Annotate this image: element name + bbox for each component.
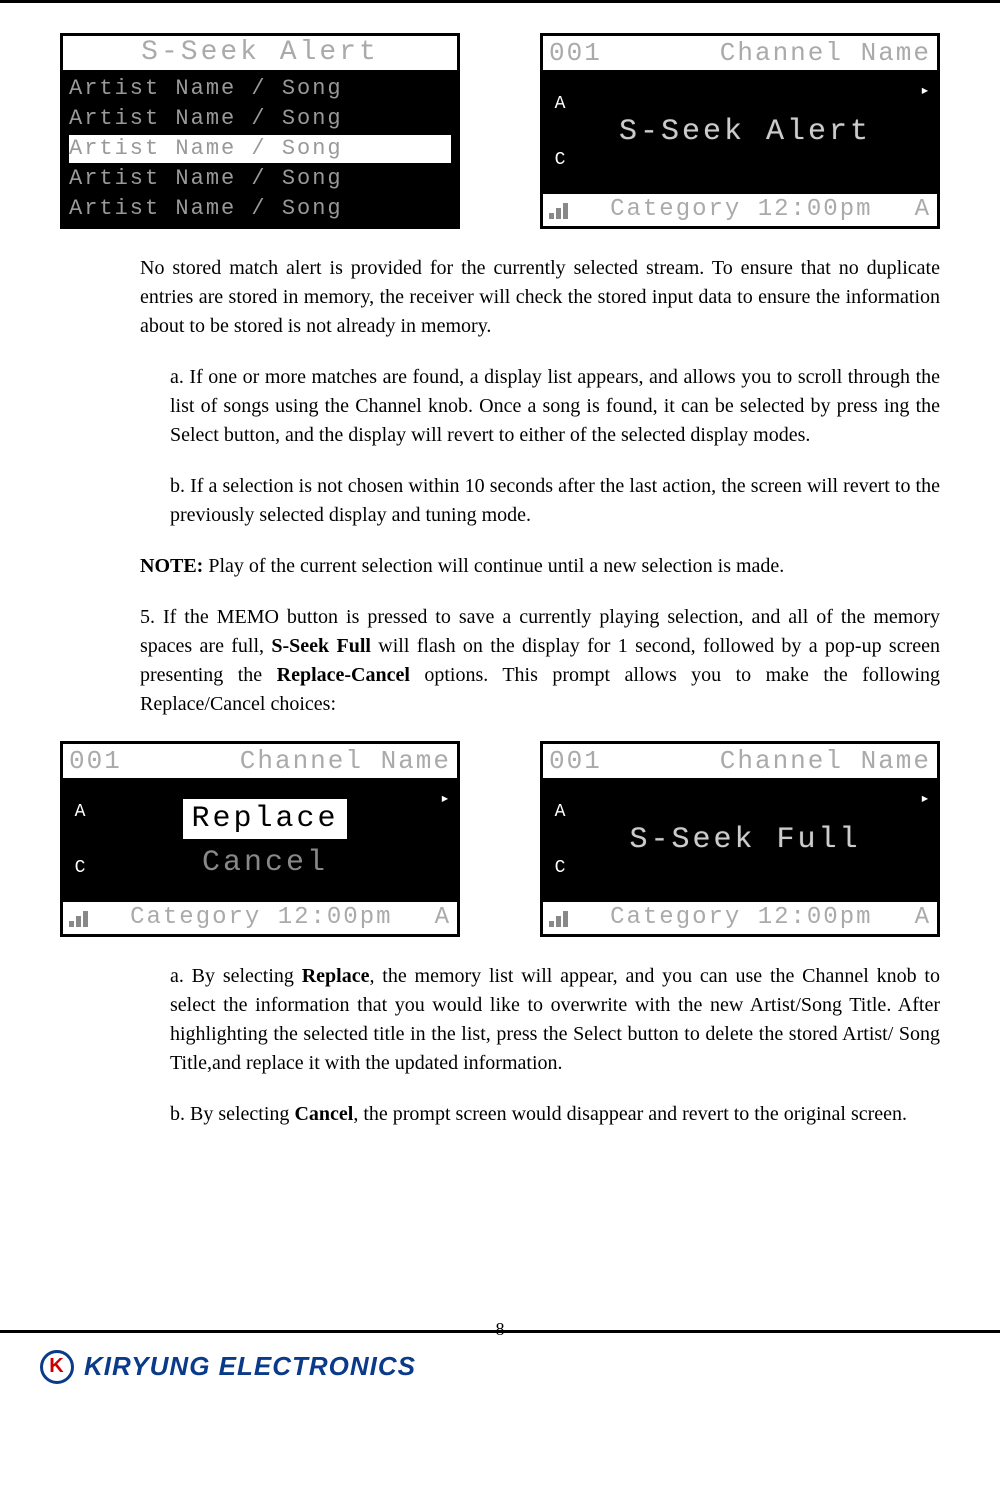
lcd-status-bar: Category 12:00pm A <box>543 192 937 226</box>
text: a. By selecting <box>170 965 302 987</box>
brand-name: KIRYUNG <box>84 1351 210 1381</box>
list-item: Artist Name / Song <box>69 165 451 193</box>
paragraph-sub-b: b. If a selection is not chosen within 1… <box>170 472 940 530</box>
channel-number: 001 <box>549 744 602 778</box>
alert-text: S-Seek Alert <box>613 114 877 150</box>
lcd-center: Replace Cancel <box>97 780 433 900</box>
channel-number: 001 <box>69 744 122 778</box>
lcd-body: A C Replace Cancel ▸ <box>63 780 457 900</box>
lcd-status-bar: Category 12:00pm A <box>63 900 457 934</box>
note-line: NOTE: Play of the current selection will… <box>140 552 940 581</box>
status-text: Category 12:00pm <box>610 194 872 226</box>
text: b. By selecting <box>170 1103 294 1125</box>
lcd-status-bar: Category 12:00pm A <box>543 900 937 934</box>
lcd-side-labels: A C <box>63 780 97 900</box>
lcd-right: ▸ <box>913 72 937 192</box>
paragraph: No stored match alert is provided for th… <box>140 254 940 341</box>
lcd-center: S-Seek Alert <box>577 72 913 192</box>
paragraph-5: 5. If the MEMO button is pressed to save… <box>140 603 940 719</box>
lcd-center: S-Seek Full <box>577 780 913 900</box>
lcd-seek-full: 001 Channel Name A C S-Seek Full ▸ Categ… <box>540 741 940 937</box>
note-label: NOTE: <box>140 555 203 577</box>
option-cancel: Cancel <box>196 845 334 881</box>
paragraph-sub-a: a. If one or more matches are found, a d… <box>170 363 940 450</box>
channel-name: Channel Name <box>720 744 931 778</box>
full-text: S-Seek Full <box>623 822 866 858</box>
status-right: A <box>435 902 451 934</box>
side-label: C <box>555 150 566 170</box>
lcd-right: ▸ <box>913 780 937 900</box>
lcd-body: A C S-Seek Alert ▸ <box>543 72 937 192</box>
lcd-list-body: Artist Name / Song Artist Name / Song Ar… <box>63 72 457 226</box>
channel-name: Channel Name <box>720 36 931 70</box>
paragraph-sub-b2: b. By selecting Cancel, the prompt scree… <box>170 1100 940 1129</box>
side-label: C <box>555 858 566 878</box>
arrow-icon: ▸ <box>920 80 930 100</box>
status-text: Category 12:00pm <box>130 902 392 934</box>
status-text: Category 12:00pm <box>610 902 872 934</box>
paragraph-sub-a2: a. By selecting Replace, the memory list… <box>170 962 940 1078</box>
option-replace: Replace <box>183 799 346 839</box>
brand-suffix: ELECTRONICS <box>210 1351 416 1381</box>
list-item: Artist Name / Song <box>69 195 451 223</box>
lcd-header: 001 Channel Name <box>63 744 457 780</box>
note-text: Play of the current selection will conti… <box>203 555 784 577</box>
bold-text: Replace <box>302 965 370 987</box>
list-item: Artist Name / Song <box>69 105 451 133</box>
channel-name: Channel Name <box>240 744 451 778</box>
brand-logo: K KIRYUNG ELECTRONICS <box>40 1350 416 1384</box>
lcd-list-title: S-Seek Alert <box>63 36 457 72</box>
lcd-row-bottom: 001 Channel Name A C Replace Cancel ▸ Ca… <box>60 741 940 937</box>
bold-text: Replace-Cancel <box>277 664 410 686</box>
page: S-Seek Alert Artist Name / Song Artist N… <box>0 0 1000 1400</box>
logo-mark-icon: K <box>40 1350 74 1384</box>
side-label: A <box>555 94 566 114</box>
side-label: A <box>75 802 86 822</box>
list-item: Artist Name / Song <box>69 75 451 103</box>
side-label: A <box>555 802 566 822</box>
status-right: A <box>915 194 931 226</box>
signal-icon <box>549 909 568 927</box>
channel-number: 001 <box>549 36 602 70</box>
lcd-seek-alert: 001 Channel Name A C S-Seek Alert ▸ Cate… <box>540 33 940 229</box>
signal-icon <box>69 909 88 927</box>
bold-text: S-Seek Full <box>271 635 371 657</box>
status-right: A <box>915 902 931 934</box>
text: , the prompt screen would disappear and … <box>353 1103 907 1125</box>
arrow-icon: ▸ <box>920 788 930 808</box>
lcd-header: 001 Channel Name <box>543 36 937 72</box>
lcd-side-labels: A C <box>543 780 577 900</box>
lcd-body: A C S-Seek Full ▸ <box>543 780 937 900</box>
lcd-seek-list: S-Seek Alert Artist Name / Song Artist N… <box>60 33 460 229</box>
lcd-header: 001 Channel Name <box>543 744 937 780</box>
side-label: C <box>75 858 86 878</box>
arrow-icon: ▸ <box>440 788 450 808</box>
signal-icon <box>549 201 568 219</box>
lcd-right: ▸ <box>433 780 457 900</box>
list-item-selected: Artist Name / Song <box>69 135 451 163</box>
bold-text: Cancel <box>294 1103 353 1125</box>
lcd-side-labels: A C <box>543 72 577 192</box>
page-footer: 8 K KIRYUNG ELECTRONICS <box>0 1330 1000 1400</box>
lcd-replace-cancel: 001 Channel Name A C Replace Cancel ▸ Ca… <box>60 741 460 937</box>
lcd-row-top: S-Seek Alert Artist Name / Song Artist N… <box>60 33 940 229</box>
page-number: 8 <box>496 1319 505 1340</box>
